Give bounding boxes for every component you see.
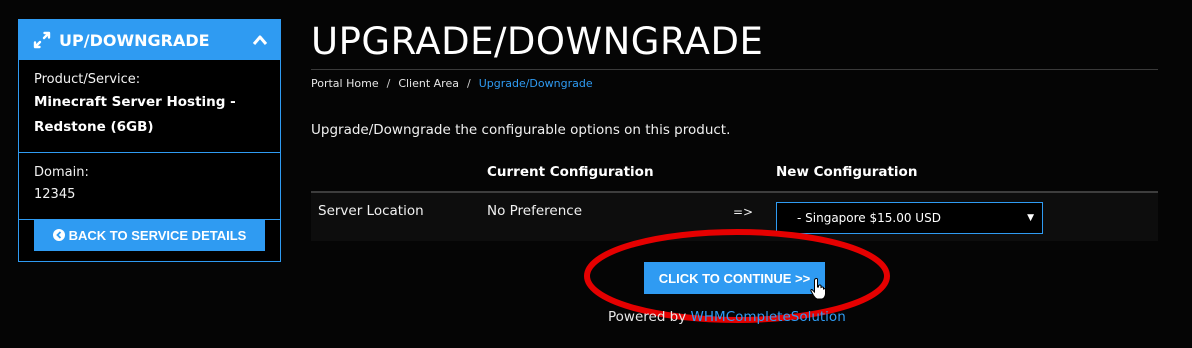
- arrow-circle-left-icon: [52, 229, 65, 241]
- dropdown-caret-icon: ▼: [1027, 213, 1034, 223]
- back-to-service-details-button[interactable]: BACK TO SERVICE DETAILS: [34, 219, 265, 251]
- product-label: Product/Service:: [34, 72, 141, 87]
- chevron-up-icon[interactable]: [252, 34, 268, 46]
- selected-option: - Singapore $15.00 USD: [797, 211, 941, 225]
- change-arrow: =>: [733, 205, 754, 219]
- sidebar-header[interactable]: UP/DOWNGRADE: [19, 20, 280, 60]
- product-section: Product/Service: Minecraft Server Hostin…: [19, 60, 280, 153]
- page-title: UPGRADE/DOWNGRADE: [311, 20, 764, 63]
- column-header-current: Current Configuration: [487, 164, 654, 180]
- back-button-label: BACK TO SERVICE DETAILS: [68, 227, 247, 243]
- title-divider: [311, 69, 1158, 70]
- whmcs-link[interactable]: WHMCompleteSolution: [691, 309, 846, 325]
- domain-section: Domain: 12345: [19, 153, 280, 220]
- option-name: Server Location: [318, 203, 424, 219]
- powered-prefix: Powered by: [608, 309, 687, 325]
- product-value: Minecraft Server Hosting - Redstone (6GB…: [34, 94, 236, 135]
- hand-pointer-cursor-icon: [810, 278, 826, 300]
- current-value: No Preference: [487, 203, 583, 219]
- breadcrumb-portal-home[interactable]: Portal Home: [311, 77, 379, 90]
- powered-by-text: Powered by WHMCompleteSolution: [608, 309, 846, 325]
- expand-icon: [33, 31, 51, 49]
- domain-value: 12345: [34, 187, 76, 202]
- intro-text: Upgrade/Downgrade the configurable optio…: [311, 122, 731, 138]
- domain-label: Domain:: [34, 165, 89, 180]
- breadcrumb-client-area[interactable]: Client Area: [398, 77, 459, 90]
- column-header-new: New Configuration: [776, 164, 918, 180]
- breadcrumb-current: Upgrade/Downgrade: [478, 77, 593, 90]
- sidebar-panel: UP/DOWNGRADE Product/Service: Minecraft …: [18, 19, 281, 262]
- breadcrumb: Portal Home / Client Area / Upgrade/Down…: [311, 77, 593, 90]
- breadcrumb-separator: /: [466, 77, 471, 90]
- sidebar-title: UP/DOWNGRADE: [59, 30, 210, 50]
- breadcrumb-separator: /: [386, 77, 391, 90]
